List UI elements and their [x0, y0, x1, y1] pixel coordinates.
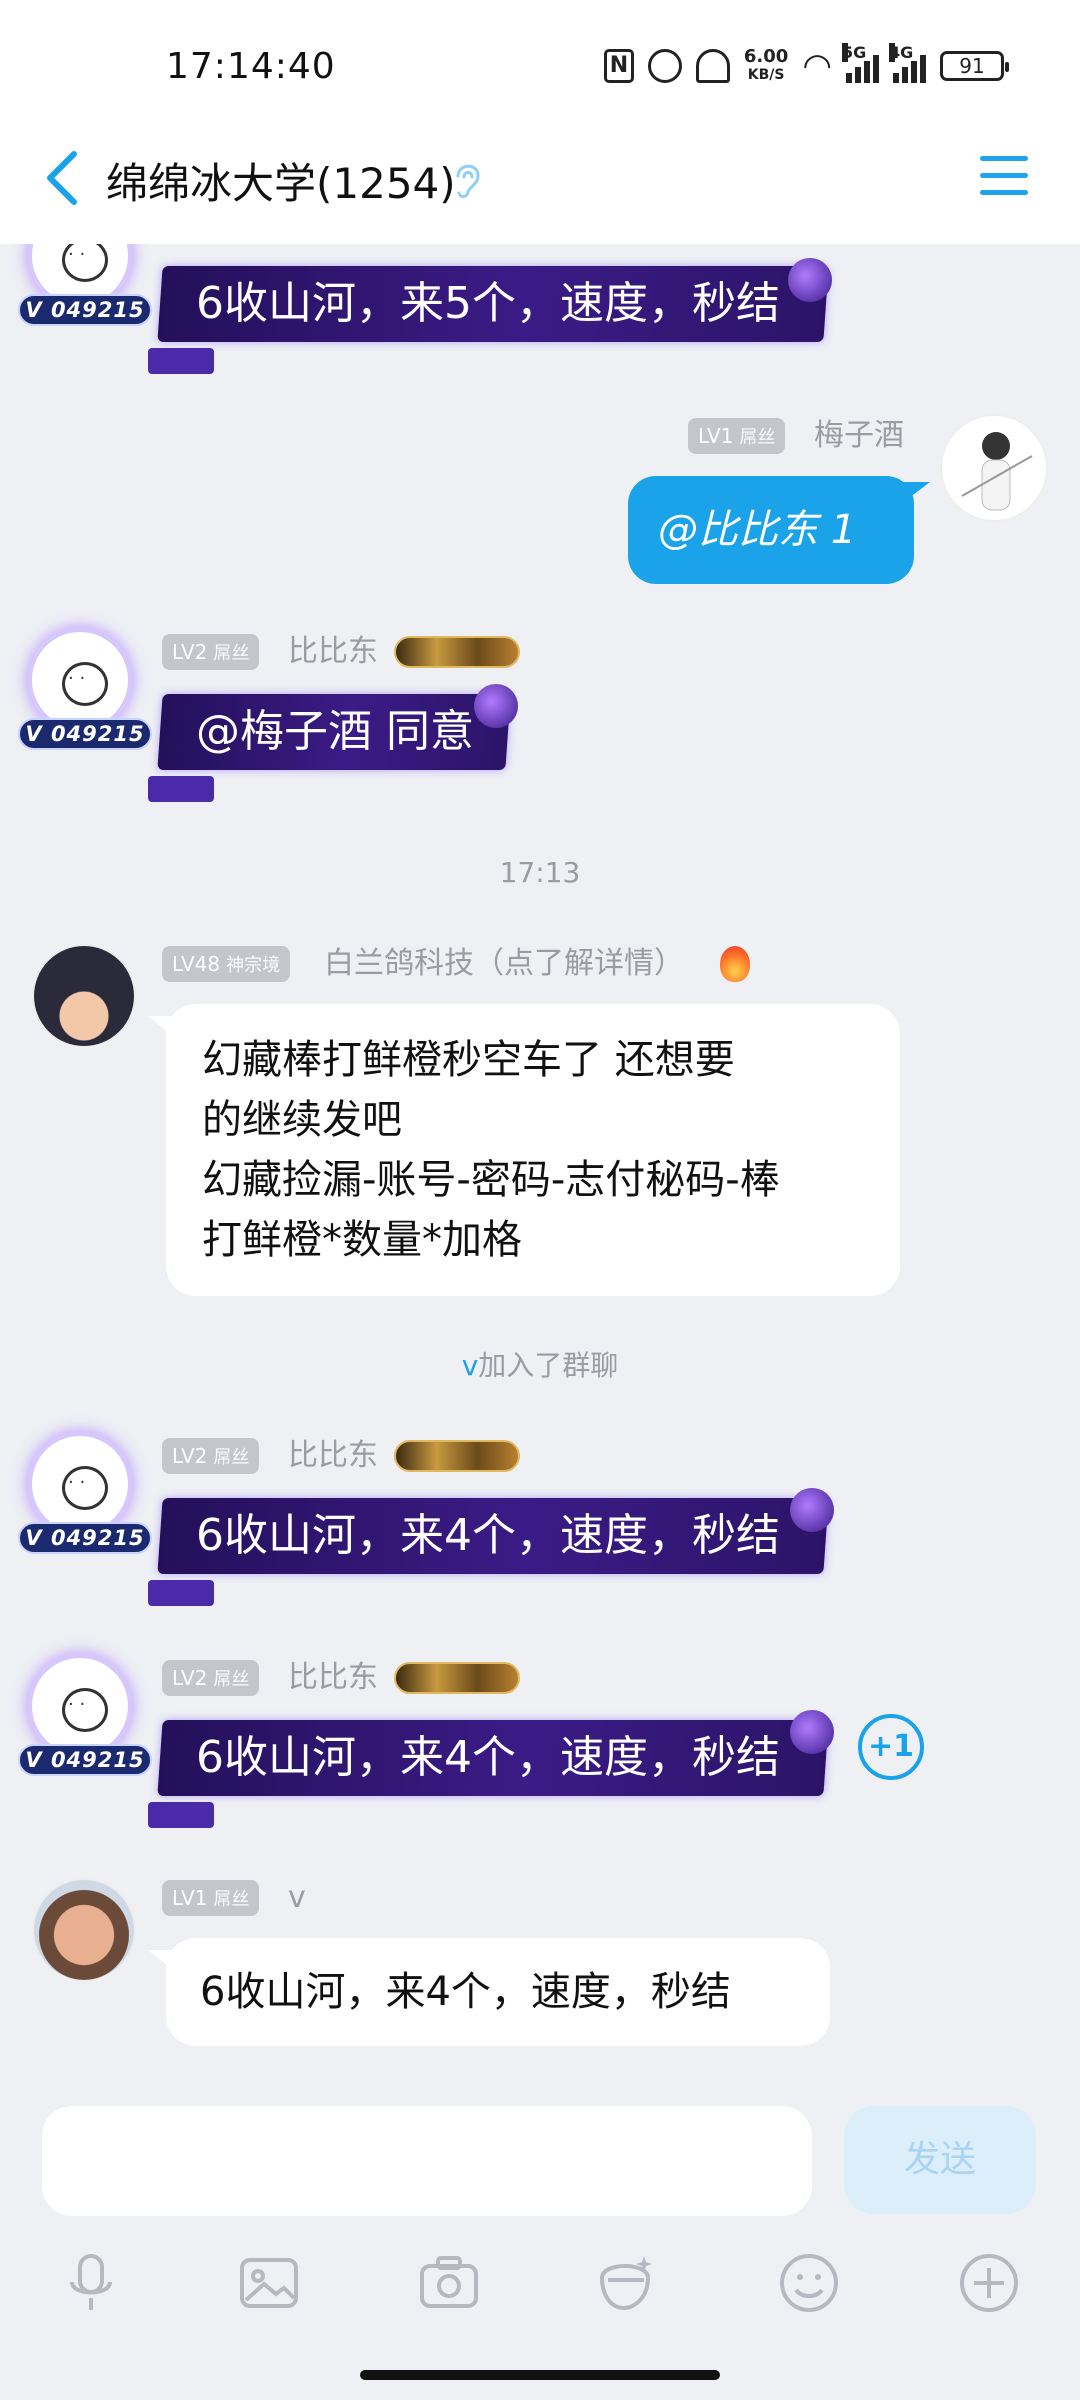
avatar[interactable] — [32, 1878, 136, 1982]
status-time: 17:14:40 — [166, 46, 336, 87]
mic-icon[interactable] — [58, 2250, 124, 2316]
network-speed: 6.00 KB/S — [743, 46, 789, 84]
my-avatar[interactable] — [940, 414, 1048, 522]
sender-name: 梅子酒 — [814, 418, 904, 453]
avatar[interactable] — [28, 628, 132, 732]
bubble-decoration — [474, 684, 518, 728]
sender-name: 比比东 — [288, 634, 378, 669]
message-input[interactable] — [42, 2106, 812, 2216]
fire-icon — [720, 946, 750, 982]
emoji-icon[interactable] — [776, 2250, 842, 2316]
message-bubble[interactable]: 6收山河，来4个，速度，秒结 — [166, 1938, 830, 2046]
back-icon[interactable] — [38, 148, 88, 208]
bubble-decoration — [788, 258, 832, 302]
timestamp: 17:13 — [499, 856, 581, 889]
vip-badge: V 049215 — [18, 1522, 152, 1554]
message-bubble[interactable]: 6收山河，来4个，速度，秒结 — [157, 1720, 829, 1796]
bubble-decoration — [148, 1802, 214, 1828]
level-badge: LV1 屌丝 — [162, 1880, 260, 1916]
sender-name: 比比东 — [288, 1660, 378, 1695]
menu-icon[interactable] — [980, 156, 1028, 196]
ear-icon[interactable] — [450, 158, 484, 202]
message-bubble[interactable]: 幻藏棒打鲜橙秒空车了 还想要 的继续发吧 幻藏捡漏-账号-密码-志付秘码-棒 打… — [166, 1004, 900, 1296]
mute-icon — [695, 49, 730, 83]
level-badge: LV48 神宗境 — [162, 946, 291, 982]
medal-badge — [394, 1662, 520, 1694]
vip-badge: V 049215 — [18, 294, 152, 326]
level-badge: LV2 屌丝 — [162, 634, 260, 670]
signal-5g-icon: 5G — [842, 43, 879, 83]
chat-title[interactable]: 绵绵冰大学(1254) — [106, 150, 456, 211]
vip-badge: V 049215 — [18, 718, 152, 750]
camera-icon[interactable] — [416, 2250, 482, 2316]
status-bar: 17:14:40 N 6.00 KB/S ◠ 5G 4G 91 — [0, 0, 1080, 140]
send-button[interactable]: 发送 — [844, 2106, 1036, 2214]
battery-icon: 91 — [940, 51, 1009, 81]
system-notice: v加入了群聊 — [461, 1349, 619, 1382]
my-message-bubble[interactable]: @比比东 1 — [628, 476, 914, 584]
message-bubble[interactable]: 6收山河，来5个，速度，秒结 — [157, 266, 829, 342]
status-icons: N 6.00 KB/S ◠ 5G 4G 91 — [603, 43, 1009, 86]
level-badge: LV2 屌丝 — [162, 1438, 260, 1474]
bubble-decoration — [148, 776, 214, 802]
sticker-icon[interactable] — [594, 2250, 660, 2316]
nfc-icon: N — [603, 49, 634, 83]
bubble-decoration — [148, 348, 214, 374]
plus-icon[interactable] — [956, 2250, 1022, 2316]
sender-name: 比比东 — [288, 1438, 378, 1473]
sender-name: 白兰鸽科技（点了解详情） — [324, 946, 684, 981]
alarm-icon — [647, 49, 682, 83]
input-toolbar — [0, 2250, 1080, 2320]
level-badge: LV1 屌丝 — [688, 418, 786, 454]
message-list[interactable]: V 049215 6收山河，来5个，速度，秒结 LV1屌丝 梅子酒 @比比东 1… — [0, 244, 1080, 2104]
level-badge: LV2 屌丝 — [162, 1660, 260, 1696]
medal-badge — [394, 636, 520, 668]
bubble-decoration — [790, 1710, 834, 1754]
home-indicator[interactable] — [360, 2370, 720, 2380]
sender-name: v — [288, 1880, 306, 1915]
message-bubble[interactable]: 6收山河，来4个，速度，秒结 — [157, 1498, 829, 1574]
bubble-decoration — [148, 1580, 214, 1606]
wifi-icon: ◠ — [802, 46, 832, 86]
message-bubble[interactable]: @梅子酒 同意 — [157, 694, 511, 770]
signal-4g-icon: 4G — [889, 43, 926, 83]
medal-badge — [394, 1440, 520, 1472]
avatar[interactable] — [28, 1654, 132, 1758]
avatar[interactable] — [32, 944, 136, 1048]
plus-one-button[interactable]: +1 — [858, 1714, 924, 1780]
image-icon[interactable] — [236, 2250, 302, 2316]
bubble-decoration — [790, 1488, 834, 1532]
avatar[interactable] — [28, 1432, 132, 1536]
vip-badge: V 049215 — [18, 1744, 152, 1776]
